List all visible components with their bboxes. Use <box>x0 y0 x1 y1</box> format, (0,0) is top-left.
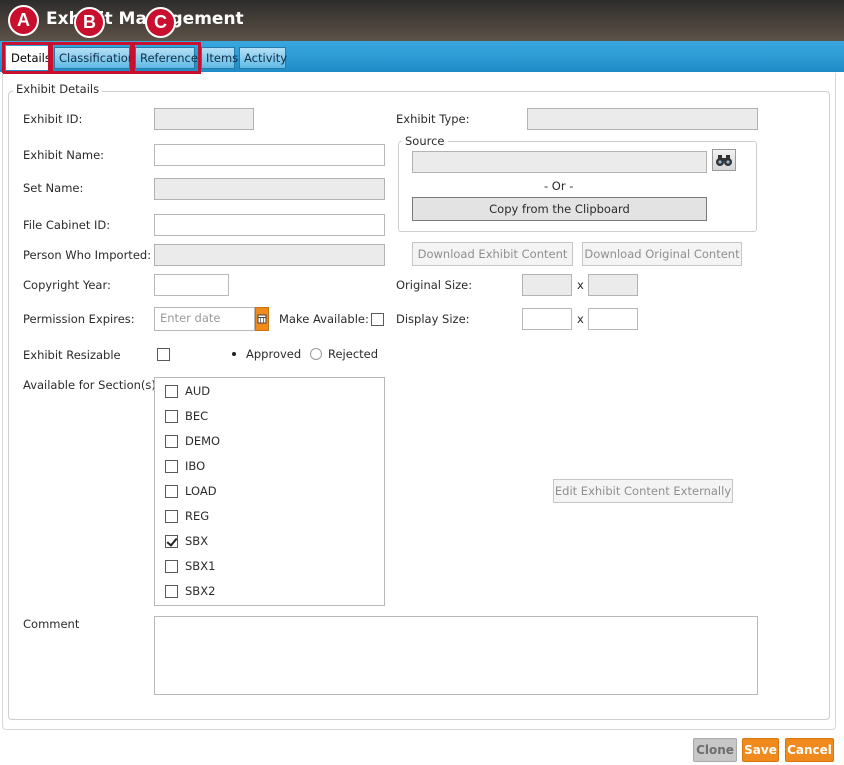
download-exhibit-button[interactable]: Download Exhibit Content <box>412 242 573 266</box>
sections-list: AUD BEC DEMO IBO LOAD REG SBX SBX1 SBX2 <box>154 377 385 606</box>
section-label: SBX1 <box>185 559 216 573</box>
exhibit-name-label: Exhibit Name: <box>23 148 105 162</box>
comment-field[interactable] <box>154 616 758 695</box>
permission-expires-label: Permission Expires: <box>23 312 135 326</box>
approved-label: Approved <box>246 347 302 361</box>
download-original-button[interactable]: Download Original Content <box>582 242 742 266</box>
section-label: SBX <box>185 534 209 548</box>
original-width-field <box>522 274 572 296</box>
set-name-field <box>154 178 385 200</box>
original-size-x: x <box>577 278 584 292</box>
section-label: LOAD <box>185 484 217 498</box>
file-cabinet-field[interactable] <box>154 214 385 236</box>
display-size-label: Display Size: <box>396 312 470 326</box>
make-available-checkbox[interactable] <box>371 313 384 326</box>
section-checkbox[interactable] <box>165 585 178 598</box>
exhibit-id-field <box>154 108 254 130</box>
calendar-icon <box>257 314 267 324</box>
section-checkbox[interactable] <box>165 410 178 423</box>
exhibit-type-field <box>527 108 758 130</box>
binoculars-icon <box>716 155 732 166</box>
section-checkbox[interactable] <box>165 460 178 473</box>
permission-expires-field[interactable]: Enter date <box>154 307 255 331</box>
section-checkbox[interactable] <box>165 535 178 548</box>
section-label: SBX2 <box>185 584 216 598</box>
original-height-field <box>588 274 638 296</box>
set-name-label: Set Name: <box>23 181 84 195</box>
section-checkbox[interactable] <box>165 560 178 573</box>
edit-externally-button[interactable]: Edit Exhibit Content Externally <box>553 479 733 503</box>
group-title: Exhibit Details <box>13 82 103 96</box>
save-button[interactable]: Save <box>742 738 779 762</box>
section-checkbox[interactable] <box>165 485 178 498</box>
section-label: DEMO <box>185 434 221 448</box>
approved-radio[interactable] <box>228 348 240 360</box>
source-title: Source <box>402 134 448 148</box>
section-checkbox[interactable] <box>165 510 178 523</box>
or-separator: - Or - <box>544 179 574 193</box>
section-label: AUD <box>185 384 211 398</box>
copy-clipboard-button[interactable]: Copy from the Clipboard <box>412 197 707 221</box>
callout-badge-c: C <box>145 7 176 38</box>
rejected-radio[interactable] <box>310 348 322 360</box>
section-label: BEC <box>185 409 209 423</box>
section-label: IBO <box>185 459 206 473</box>
calendar-button[interactable] <box>255 307 269 331</box>
tab-items[interactable]: Items <box>201 47 238 69</box>
tab-activity[interactable]: Activity <box>239 47 287 69</box>
original-size-label: Original Size: <box>396 278 473 292</box>
display-width-field[interactable] <box>522 308 572 330</box>
copyright-year-field[interactable] <box>154 274 229 296</box>
section-label: REG <box>185 509 210 523</box>
exhibit-resizable-checkbox[interactable] <box>157 348 170 361</box>
callout-badge-b: B <box>74 7 105 38</box>
exhibit-type-label: Exhibit Type: <box>396 112 470 126</box>
source-field <box>412 151 707 173</box>
file-cabinet-label: File Cabinet ID: <box>23 218 111 232</box>
person-imported-label: Person Who Imported: <box>23 248 152 262</box>
clone-button[interactable]: Clone <box>693 738 737 762</box>
callout-badge-a: A <box>8 5 39 36</box>
display-size-x: x <box>577 312 584 326</box>
display-height-field[interactable] <box>588 308 638 330</box>
highlight-box-a <box>2 42 51 74</box>
highlight-box-c <box>132 42 201 74</box>
exhibit-id-label: Exhibit ID: <box>23 112 83 126</box>
make-available-label: Make Available: <box>279 312 369 326</box>
person-imported-field <box>154 244 385 266</box>
comment-label: Comment <box>23 617 80 631</box>
sections-label: Available for Section(s) <box>23 378 156 392</box>
section-checkbox[interactable] <box>165 435 178 448</box>
cancel-button[interactable]: Cancel <box>785 738 834 762</box>
copyright-year-label: Copyright Year: <box>23 278 111 292</box>
browse-button[interactable] <box>712 149 736 171</box>
exhibit-name-field[interactable] <box>154 144 385 166</box>
highlight-box-b <box>50 42 133 74</box>
section-checkbox[interactable] <box>165 385 178 398</box>
exhibit-resizable-label: Exhibit Resizable <box>23 348 121 362</box>
rejected-label: Rejected <box>328 347 379 361</box>
